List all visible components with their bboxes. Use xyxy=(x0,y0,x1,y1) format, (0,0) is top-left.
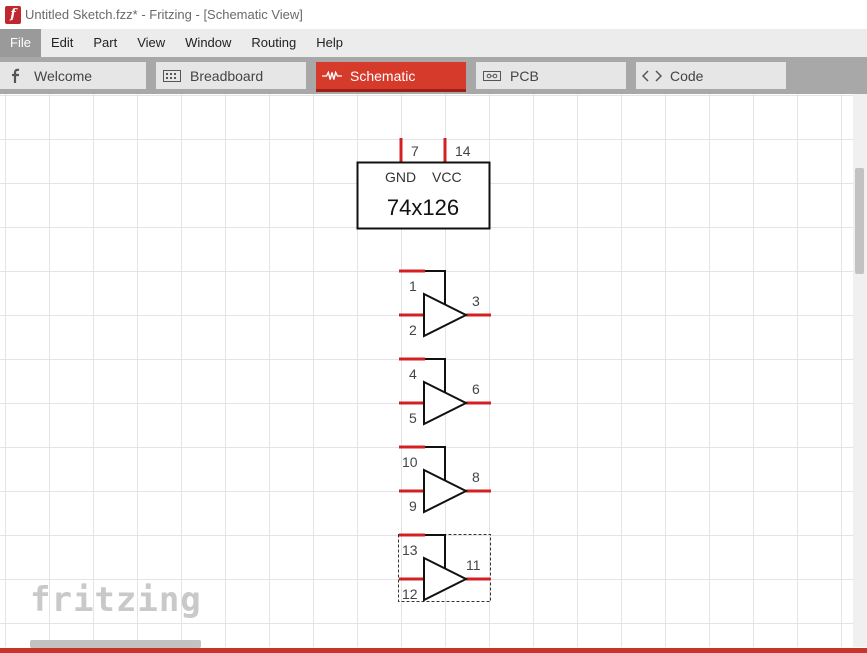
fritzing-app-icon: f xyxy=(5,5,21,24)
buffer-gate-1[interactable]: 1 2 3 xyxy=(399,268,491,338)
menu-routing[interactable]: Routing xyxy=(241,29,306,57)
gnd-pin-number: 7 xyxy=(411,143,419,159)
menu-part[interactable]: Part xyxy=(83,29,127,57)
pin-number: 5 xyxy=(409,410,417,426)
tab-code[interactable]: Code xyxy=(636,62,786,89)
pin-number: 8 xyxy=(472,469,480,485)
pin-number: 4 xyxy=(409,366,417,382)
tab-label: Schematic xyxy=(350,67,416,84)
buffer-gate-3[interactable]: 10 9 8 xyxy=(399,444,491,514)
pin-number: 9 xyxy=(409,498,417,514)
status-accent-line xyxy=(0,648,867,653)
vertical-scrollbar-thumb[interactable] xyxy=(855,168,864,274)
pin-number: 13 xyxy=(402,542,418,558)
tab-breadboard[interactable]: Breadboard xyxy=(156,62,306,89)
pin-number: 3 xyxy=(472,293,480,309)
buffer-gate-2[interactable]: 4 5 6 xyxy=(399,356,491,426)
fritzing-watermark: fritzing xyxy=(30,580,202,620)
horizontal-scrollbar-thumb[interactable] xyxy=(30,640,201,648)
pin-number: 2 xyxy=(409,322,417,338)
pin-number: 6 xyxy=(472,381,480,397)
window-title: Untitled Sketch.fzz* - Fritzing - [Schem… xyxy=(25,7,303,22)
pin-number: 11 xyxy=(466,557,481,573)
tab-schematic[interactable]: Schematic xyxy=(316,62,466,92)
chip-name: 74x126 xyxy=(387,195,459,220)
menu-file[interactable]: File xyxy=(0,29,41,57)
menu-window[interactable]: Window xyxy=(175,29,241,57)
chip-power-section[interactable]: 7 14 GND VCC 74x126 xyxy=(356,138,491,230)
tab-label: Welcome xyxy=(34,67,93,84)
gnd-label: GND xyxy=(385,169,416,185)
pcb-icon xyxy=(482,69,502,83)
menu-bar: File Edit Part View Window Routing Help xyxy=(0,29,867,57)
code-brackets-icon xyxy=(642,69,662,83)
tab-label: PCB xyxy=(510,67,539,84)
title-bar: f Untitled Sketch.fzz* - Fritzing - [Sch… xyxy=(0,0,867,29)
view-tab-bar: Welcome Breadboard Schematic PCB Code xyxy=(0,57,867,94)
pin-number: 12 xyxy=(402,586,418,602)
tab-welcome[interactable]: Welcome xyxy=(0,62,146,89)
schematic-canvas[interactable]: 7 14 GND VCC 74x126 1 2 3 4 5 6 10 9 8 1… xyxy=(0,94,853,647)
pin-number: 1 xyxy=(409,278,417,294)
fritzing-f-icon xyxy=(6,68,26,83)
tab-label: Code xyxy=(670,67,704,84)
tab-label: Breadboard xyxy=(190,67,264,84)
pin-number: 10 xyxy=(402,454,418,470)
menu-help[interactable]: Help xyxy=(306,29,353,57)
vcc-label: VCC xyxy=(432,169,462,185)
tab-pcb[interactable]: PCB xyxy=(476,62,626,89)
buffer-gate-4-selected[interactable]: 13 12 11 xyxy=(398,532,492,603)
menu-edit[interactable]: Edit xyxy=(41,29,83,57)
schematic-drawing: 7 14 GND VCC 74x126 1 2 3 4 5 6 10 9 8 1… xyxy=(356,138,492,603)
resistor-icon xyxy=(322,69,342,83)
menu-view[interactable]: View xyxy=(127,29,175,57)
breadboard-icon xyxy=(162,69,182,83)
vcc-pin-number: 14 xyxy=(455,143,471,159)
